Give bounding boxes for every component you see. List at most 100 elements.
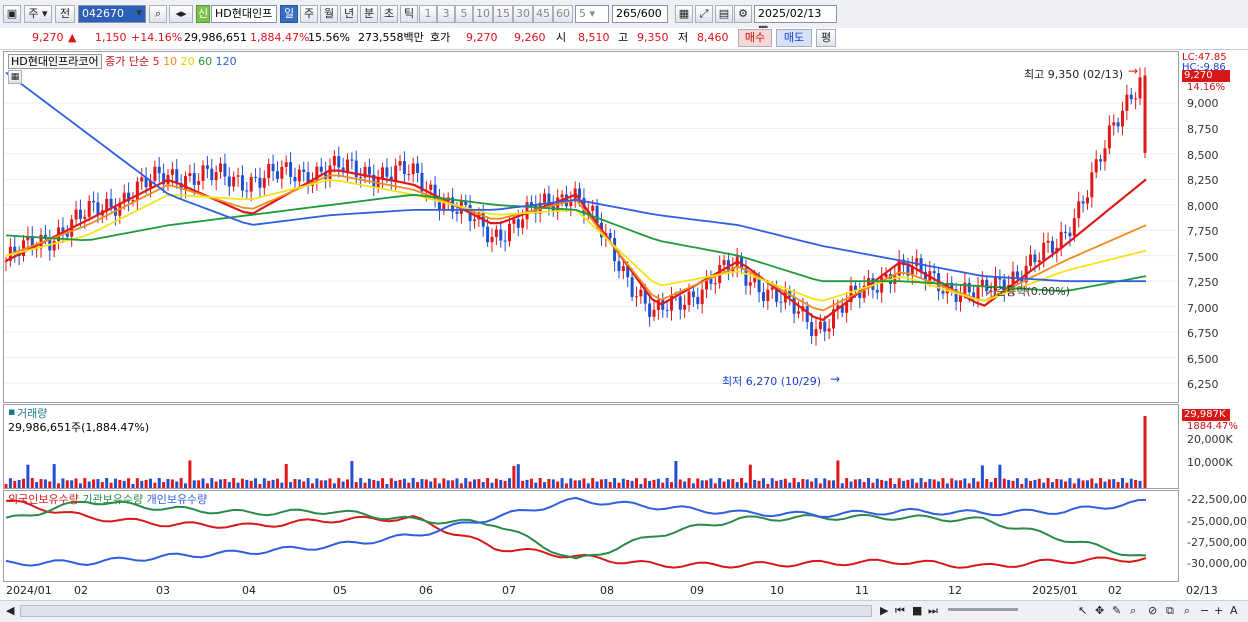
x-label-10: 10 <box>770 584 784 597</box>
table-icon[interactable]: ▦ <box>8 70 22 84</box>
volume-bar <box>442 478 446 488</box>
candle-body <box>271 163 275 172</box>
link-icon[interactable]: ⊘ <box>1148 604 1157 617</box>
volume-bar <box>512 465 516 488</box>
volume-bar <box>796 482 800 488</box>
volume-bar <box>1020 483 1024 488</box>
x-label-06: 06 <box>419 584 433 597</box>
candle-body <box>219 163 223 173</box>
volume-bar <box>87 481 91 488</box>
zoom-slider[interactable] <box>948 608 1018 611</box>
draw-tool-icon[interactable]: ✎ <box>1112 604 1121 617</box>
volume-bar <box>424 479 428 488</box>
candle-body <box>827 328 831 332</box>
candle-body <box>766 289 770 302</box>
volume-bar <box>525 479 529 488</box>
minus-icon[interactable]: − <box>1200 604 1209 617</box>
candle-body <box>1064 231 1068 233</box>
x-label-07: 07 <box>502 584 516 597</box>
volume-bar <box>849 481 853 488</box>
volume-bar <box>219 479 223 488</box>
candle-body <box>792 297 796 314</box>
candle-body <box>499 229 503 241</box>
volume-bar <box>766 483 770 488</box>
stock-title[interactable]: HD현대인프라코어 <box>8 54 102 69</box>
scroll-left-icon[interactable]: ◀ <box>6 604 14 617</box>
candle-body <box>1033 254 1037 263</box>
scroll-right-icon[interactable]: ▶ <box>880 604 888 617</box>
candle-body <box>1072 218 1076 237</box>
candle-body <box>634 296 638 298</box>
rewind-icon[interactable]: ⏮ <box>895 604 905 618</box>
candle-body <box>490 236 494 243</box>
volume-bar <box>586 483 590 488</box>
volume-bar <box>923 482 927 488</box>
volume-bar <box>214 481 218 488</box>
volume-bar <box>293 479 297 488</box>
fast-forward-icon[interactable]: ⏭ <box>928 604 938 618</box>
volume-bar <box>118 479 122 488</box>
volume-bar <box>871 482 875 488</box>
last-pct-tag: 14.16% <box>1187 82 1226 93</box>
volume-bar <box>832 480 836 488</box>
candle-body <box>639 289 643 297</box>
candle-body <box>1077 201 1081 219</box>
plus-icon[interactable]: + <box>1214 604 1223 617</box>
candle-body <box>761 292 765 302</box>
volume-bar <box>416 482 420 488</box>
candle-body <box>591 205 595 211</box>
volume-bar <box>731 479 735 488</box>
candle-body <box>1029 254 1033 266</box>
volume-bar <box>621 478 625 488</box>
volume-bar <box>836 460 840 488</box>
candle-body <box>284 162 288 167</box>
volume-bar <box>481 482 485 488</box>
volume-bar <box>92 479 96 488</box>
volume-bar <box>648 480 652 488</box>
x-label-right: 02/13 <box>1186 584 1218 597</box>
volume-bar <box>315 478 319 488</box>
x-label-2024-01: 2024/01 <box>6 584 52 597</box>
ma60-label: 60 <box>198 55 213 68</box>
zoom-out-icon[interactable]: ⌕ <box>1184 604 1190 618</box>
candle-body <box>1046 240 1050 243</box>
volume-bar <box>595 481 599 488</box>
candle-body <box>1134 98 1138 100</box>
volume-bar <box>153 482 157 488</box>
y-tick-8500: 8,500 <box>1187 149 1219 162</box>
candle-body <box>486 226 490 243</box>
candle-body <box>140 177 144 182</box>
magnifier-icon[interactable]: ⌕ <box>1130 604 1136 618</box>
stop-icon[interactable]: ■ <box>912 604 922 617</box>
volume-checkbox-icon[interactable]: ▪ <box>8 405 15 418</box>
volume-bar <box>604 479 608 488</box>
candle-body <box>915 258 919 267</box>
volume-bar <box>131 483 135 488</box>
candle-body <box>1050 240 1054 253</box>
volume-bar <box>665 478 669 488</box>
volume-bar <box>1046 478 1050 488</box>
volume-bar <box>1112 479 1116 488</box>
volume-bar <box>135 478 139 488</box>
chart-canvas[interactable] <box>0 0 1248 600</box>
horizontal-scrollbar[interactable] <box>20 605 872 617</box>
candle-body <box>350 159 354 161</box>
font-icon[interactable]: A <box>1230 604 1238 617</box>
candle-body <box>1116 122 1120 127</box>
candle-body <box>135 181 139 201</box>
volume-bar <box>503 480 507 488</box>
volume-bar <box>490 482 494 488</box>
candle-body <box>236 175 240 177</box>
volume-bar <box>166 479 170 488</box>
candle-body <box>385 167 389 177</box>
volume-bar <box>372 479 376 488</box>
candle-body <box>630 277 634 297</box>
candle-body <box>402 161 406 175</box>
copy-icon[interactable]: ⧉ <box>1166 604 1174 618</box>
volume-bar <box>188 460 192 488</box>
cursor-tool-icon[interactable]: ↖ <box>1078 604 1087 617</box>
volume-bar <box>35 482 39 488</box>
reference-label: 기준등락(0.00%) <box>986 285 1071 298</box>
pan-tool-icon[interactable]: ✥ <box>1095 604 1104 617</box>
volume-bar <box>963 478 967 488</box>
